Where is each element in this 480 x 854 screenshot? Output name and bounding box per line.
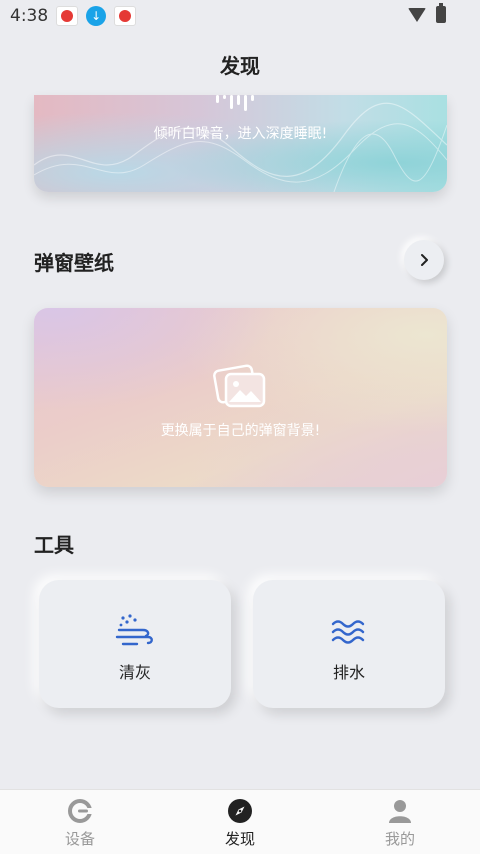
tool-water-drain-button[interactable]: 排水: [253, 580, 445, 708]
wallpaper-more-button[interactable]: [404, 240, 444, 280]
nav-label: 设备: [64, 830, 95, 848]
nav-label: 发现: [224, 830, 255, 848]
device-icon: [68, 799, 93, 823]
tool-dust-clean-button[interactable]: 清灰: [39, 580, 231, 708]
user-icon: [389, 800, 411, 823]
download-icon: ↓: [85, 6, 107, 26]
bottom-nav: 设备 发现 我的: [0, 789, 480, 854]
water-drain-icon: [331, 620, 365, 644]
sound-wave-icon: [216, 95, 254, 111]
images-icon: [213, 364, 266, 408]
compass-icon: [228, 799, 252, 823]
wallpaper-card[interactable]: 更换属于自己的弹窗背景!: [34, 308, 447, 487]
chevron-right-icon: [421, 254, 428, 266]
status-time: 4:38: [10, 6, 49, 26]
nav-item-device[interactable]: 设备: [0, 790, 160, 854]
app-badge-icon: [56, 6, 79, 26]
white-noise-banner[interactable]: 倾听白噪音，进入深度睡眠!: [34, 95, 447, 192]
wallpaper-card-text: 更换属于自己的弹窗背景!: [160, 423, 321, 439]
wifi-icon: [408, 7, 426, 22]
nav-label: 我的: [384, 830, 415, 848]
tool-label: 排水: [332, 663, 365, 682]
app-badge-icon: [114, 6, 137, 26]
page-title: 发现: [220, 54, 260, 78]
section-title-tools: 工具: [34, 533, 74, 557]
nav-item-profile[interactable]: 我的: [320, 790, 480, 854]
nav-item-discover[interactable]: 发现: [160, 790, 320, 854]
section-title-wallpaper: 弹窗壁纸: [34, 251, 114, 275]
dust-clean-icon: [115, 614, 153, 646]
status-bar: 4:38 ↓: [0, 0, 480, 32]
battery-icon: [436, 3, 446, 23]
white-noise-text: 倾听白噪音，进入深度睡眠!: [153, 126, 328, 142]
tool-label: 清灰: [118, 663, 151, 682]
